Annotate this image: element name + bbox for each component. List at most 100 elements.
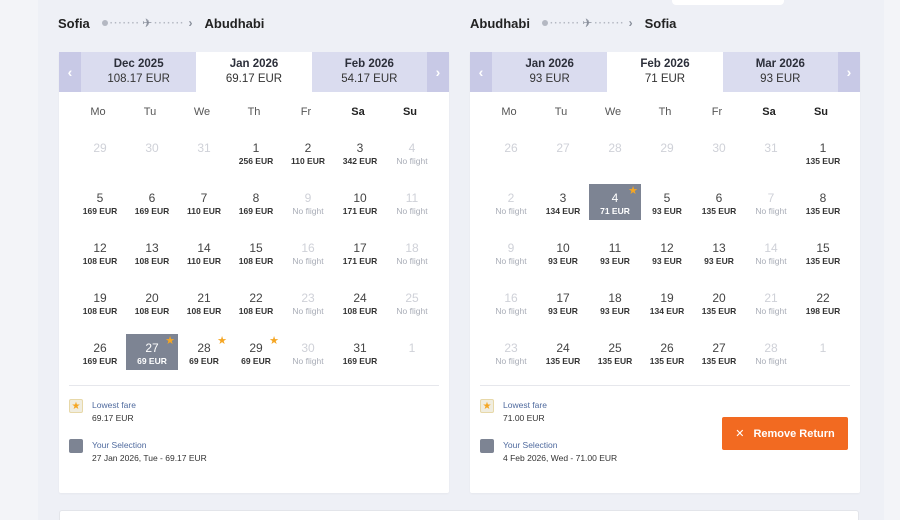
day-cell[interactable]: 13 108 EUR xyxy=(126,234,178,284)
day-cell[interactable]: 4 No flight xyxy=(386,134,438,184)
day-cell[interactable]: 10 93 EUR xyxy=(537,234,589,284)
day-number: 14 xyxy=(764,241,778,255)
day-price: 134 EUR xyxy=(649,306,685,316)
top-tab-edge xyxy=(672,0,784,5)
day-cell[interactable]: 16 No flight xyxy=(485,284,537,334)
day-cell[interactable]: 1 256 EUR xyxy=(230,134,282,184)
day-cell[interactable]: 17 171 EUR xyxy=(334,234,386,284)
day-cell[interactable]: 13 93 EUR xyxy=(693,234,745,284)
day-cell[interactable]: 19 134 EUR xyxy=(641,284,693,334)
arrow-right-icon: › xyxy=(628,16,633,30)
day-cell[interactable]: 20 135 EUR xyxy=(693,284,745,334)
month-tab-jan-2026[interactable]: Jan 2026 93 EUR xyxy=(492,52,608,92)
day-number: 24 xyxy=(556,341,570,355)
day-number: 5 xyxy=(663,191,671,205)
day-cell[interactable]: 15 135 EUR xyxy=(797,234,849,284)
day-cell: 27 xyxy=(537,134,589,184)
selected-day-cell[interactable]: 4 71 EUR ★ xyxy=(589,184,641,220)
day-cell[interactable]: 26 169 EUR xyxy=(74,334,126,384)
day-cell[interactable]: 23 No flight xyxy=(485,334,537,384)
day-price: 135 EUR xyxy=(701,306,737,316)
prev-month-button[interactable]: ‹ xyxy=(470,52,492,92)
day-cell[interactable]: 20 108 EUR xyxy=(126,284,178,334)
day-price: No flight xyxy=(495,306,527,316)
prev-month-button[interactable]: ‹ xyxy=(59,52,81,92)
day-price: 135 EUR xyxy=(805,256,841,266)
day-cell[interactable]: 10 171 EUR xyxy=(334,184,386,234)
day-cell[interactable]: 11 No flight xyxy=(386,184,438,234)
day-number: 3 xyxy=(559,191,567,205)
month-tab-feb-2026[interactable]: Feb 2026 71 EUR xyxy=(607,52,723,92)
day-number: 4 xyxy=(611,191,619,205)
day-cell[interactable]: 25 135 EUR xyxy=(589,334,641,384)
day-price: 69 EUR xyxy=(189,356,219,366)
day-cell[interactable]: 6 135 EUR xyxy=(693,184,745,234)
day-cell[interactable]: 11 93 EUR xyxy=(589,234,641,284)
day-cell[interactable]: 12 108 EUR xyxy=(74,234,126,284)
day-price: 108 EUR xyxy=(186,306,222,316)
day-cell[interactable]: 14 110 EUR xyxy=(178,234,230,284)
day-number: 17 xyxy=(556,291,570,305)
day-cell[interactable]: 27 135 EUR xyxy=(693,334,745,384)
day-cell[interactable]: 18 93 EUR xyxy=(589,284,641,334)
day-cell[interactable]: 9 No flight xyxy=(282,184,334,234)
day-cell[interactable]: 18 No flight xyxy=(386,234,438,284)
day-cell[interactable]: 26 135 EUR xyxy=(641,334,693,384)
day-cell[interactable]: 12 93 EUR xyxy=(641,234,693,284)
day-cell[interactable]: 16 No flight xyxy=(282,234,334,284)
day-cell[interactable]: 6 169 EUR xyxy=(126,184,178,234)
day-cell[interactable]: 7 110 EUR xyxy=(178,184,230,234)
day-cell[interactable]: 2 110 EUR xyxy=(282,134,334,184)
day-price: No flight xyxy=(755,206,787,216)
day-cell[interactable]: 1 135 EUR xyxy=(797,134,849,184)
day-cell[interactable]: 19 108 EUR xyxy=(74,284,126,334)
month-tab-feb-2026[interactable]: Feb 2026 54.17 EUR xyxy=(311,52,427,92)
day-number: 22 xyxy=(816,291,830,305)
day-cell[interactable]: 28 No flight xyxy=(745,334,797,384)
day-cell[interactable]: 22 108 EUR xyxy=(230,284,282,334)
day-cell[interactable]: 24 108 EUR xyxy=(334,284,386,334)
day-price: 135 EUR xyxy=(805,156,841,166)
day-cell[interactable]: 23 No flight xyxy=(282,284,334,334)
month-tab-mar-2026[interactable]: Mar 2026 93 EUR xyxy=(722,52,838,92)
day-cell[interactable]: 5 93 EUR xyxy=(641,184,693,234)
day-cell[interactable]: 28 69 EUR ★ xyxy=(178,334,230,384)
day-cell[interactable]: 5 169 EUR xyxy=(74,184,126,234)
day-cell[interactable]: 3 342 EUR xyxy=(334,134,386,184)
legend: ★ Lowest fare 71.00 EUR Your Selection 4… xyxy=(480,399,617,479)
day-cell[interactable]: 2 No flight xyxy=(485,184,537,234)
day-cell[interactable]: 17 93 EUR xyxy=(537,284,589,334)
day-cell[interactable]: 7 No flight xyxy=(745,184,797,234)
next-month-button[interactable]: › xyxy=(837,52,860,92)
day-cell: 1 xyxy=(797,334,849,384)
month-tab-jan-2026[interactable]: Jan 2026 69.17 EUR xyxy=(196,52,312,92)
day-cell[interactable]: 21 108 EUR xyxy=(178,284,230,334)
day-cell[interactable]: 29 69 EUR ★ xyxy=(230,334,282,384)
day-cell[interactable]: 8 135 EUR xyxy=(797,184,849,234)
day-cell[interactable]: 3 134 EUR xyxy=(537,184,589,234)
arrow-right-icon: › xyxy=(188,16,193,30)
day-cell[interactable]: 25 No flight xyxy=(386,284,438,334)
day-price: No flight xyxy=(396,156,428,166)
day-number: 19 xyxy=(93,291,107,305)
day-cell[interactable]: 14 No flight xyxy=(745,234,797,284)
day-cell[interactable]: 24 135 EUR xyxy=(537,334,589,384)
day-cell[interactable]: 30 No flight xyxy=(282,334,334,384)
day-cell[interactable]: 21 No flight xyxy=(745,284,797,334)
day-cell[interactable]: 31 169 EUR xyxy=(334,334,386,384)
selected-day-cell[interactable]: 27 69 EUR ★ xyxy=(126,334,178,370)
day-cell[interactable]: 8 169 EUR xyxy=(230,184,282,234)
day-price: 108 EUR xyxy=(134,306,170,316)
day-cell[interactable]: 22 198 EUR xyxy=(797,284,849,334)
day-number: 11 xyxy=(405,191,419,205)
remove-return-button[interactable]: ✕ Remove Return xyxy=(722,417,848,450)
day-price: 169 EUR xyxy=(82,356,118,366)
weekday-label: We xyxy=(193,106,211,118)
day-number: 15 xyxy=(249,241,263,255)
day-price: 135 EUR xyxy=(701,356,737,366)
month-tab-dec-2025[interactable]: Dec 2025 108.17 EUR xyxy=(81,52,197,92)
next-month-button[interactable]: › xyxy=(426,52,449,92)
day-price: 134 EUR xyxy=(545,206,581,216)
day-cell[interactable]: 9 No flight xyxy=(485,234,537,284)
day-cell[interactable]: 15 108 EUR xyxy=(230,234,282,284)
